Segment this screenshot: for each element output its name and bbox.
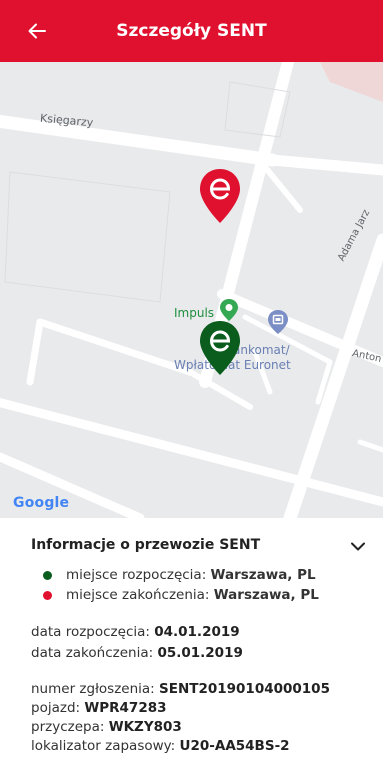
arrow-left-icon — [28, 23, 46, 39]
end-location-value: Warszawa, PL — [213, 587, 319, 603]
end-date-label: data zakończenia: — [31, 645, 154, 661]
shop-poi-icon[interactable] — [219, 298, 239, 322]
start-date-value: 04.01.2019 — [154, 624, 240, 640]
trailer-label: przyczepa: — [31, 719, 105, 735]
start-date-label: data rozpoczęcia: — [31, 624, 150, 640]
map-roads — [0, 62, 383, 518]
end-location-dot-icon — [43, 590, 52, 600]
atm-poi-icon[interactable] — [266, 309, 290, 335]
backup-locator-row: lokalizator zapasowy: U20-AA54BS-2 — [31, 738, 290, 754]
trailer-value: WKZY803 — [108, 719, 182, 735]
start-location-label: miejsce rozpoczęcia: — [66, 567, 207, 583]
transport-info-panel: Informacje o przewozie SENT miejsce rozp… — [0, 518, 383, 763]
google-logo: Google — [13, 495, 69, 511]
start-location-row: miejsce rozpoczęcia: Warszawa, PL — [43, 567, 316, 583]
collapse-toggle-button[interactable] — [346, 534, 370, 558]
back-button[interactable] — [20, 14, 54, 48]
vehicle-row: pojazd: WPR47283 — [31, 700, 167, 716]
chevron-down-icon — [351, 542, 365, 550]
end-date-row: data zakończenia: 05.01.2019 — [31, 645, 243, 661]
end-location-marker-icon[interactable] — [199, 168, 241, 224]
report-number-label: numer zgłoszenia: — [31, 681, 155, 697]
poi-label-bankomat: ankomat/ — [233, 343, 290, 357]
backup-locator-label: lokalizator zapasowy: — [31, 738, 176, 754]
app-bar: Szczegóły SENT — [0, 0, 383, 62]
poi-label-impuls: Impuls — [174, 306, 215, 320]
report-number-value: SENT20190104000105 — [159, 681, 330, 697]
vehicle-label: pojazd: — [31, 700, 81, 716]
vehicle-value: WPR47283 — [84, 700, 167, 716]
info-section-title: Informacje o przewozie SENT — [31, 537, 261, 553]
start-location-value: Warszawa, PL — [210, 567, 316, 583]
backup-locator-value: U20-AA54BS-2 — [179, 738, 290, 754]
page-title: Szczegóły SENT — [116, 21, 267, 41]
report-number-row: numer zgłoszenia: SENT20190104000105 — [31, 681, 330, 697]
end-location-row: miejsce zakończenia: Warszawa, PL — [43, 587, 319, 603]
start-location-marker-icon[interactable] — [199, 320, 241, 376]
end-date-value: 05.01.2019 — [157, 645, 243, 661]
start-location-dot-icon — [43, 570, 52, 580]
google-logo-text: Google — [13, 495, 70, 511]
start-date-row: data rozpoczęcia: 04.01.2019 — [31, 624, 240, 640]
end-location-label: miejsce zakończenia: — [66, 587, 210, 603]
map-view[interactable]: Księgarzy Adama Jarz Anton Impuls ankoma… — [0, 62, 383, 518]
trailer-row: przyczepa: WKZY803 — [31, 719, 182, 735]
